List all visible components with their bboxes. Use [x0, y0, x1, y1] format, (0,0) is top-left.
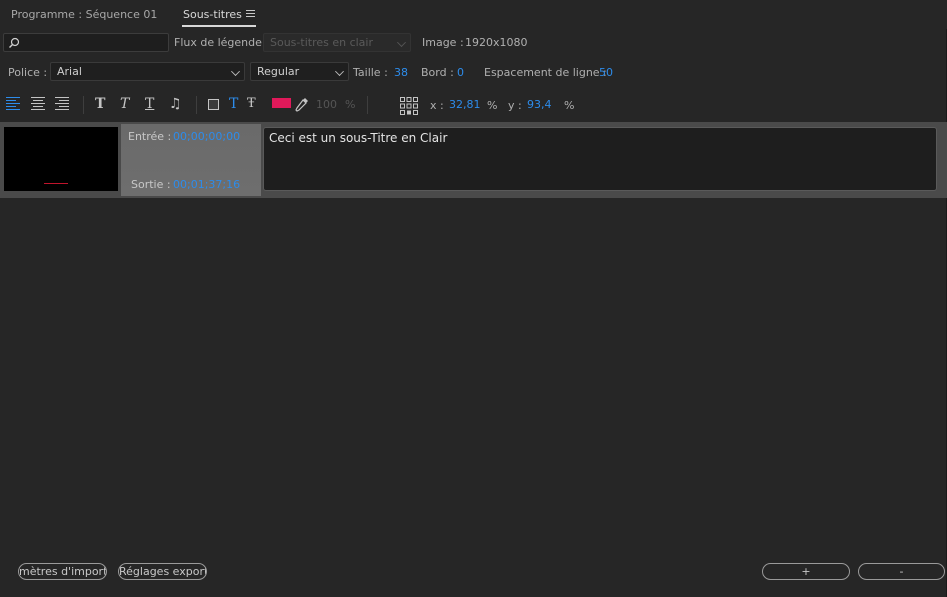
tab-program-monitor[interactable]: Programme : Séquence 01 — [11, 8, 157, 21]
captions-panel: Programme : Séquence 01 Sous-titres Flux… — [0, 0, 947, 597]
chevron-down-icon — [397, 38, 406, 47]
background-box-icon[interactable] — [208, 99, 219, 110]
color-swatch[interactable] — [272, 98, 291, 108]
out-point-value[interactable]: 00;01;37;16 — [173, 178, 240, 191]
underline-icon[interactable]: T — [145, 96, 154, 112]
music-note-icon[interactable]: ♫ — [169, 96, 182, 112]
eyedropper-icon[interactable] — [295, 97, 309, 113]
search-input[interactable] — [3, 33, 169, 52]
font-label: Police : — [8, 66, 48, 79]
border-value[interactable]: 0 — [457, 66, 464, 79]
import-settings-button[interactable]: mètres d'importa — [18, 563, 107, 580]
border-label: Bord : — [421, 66, 454, 79]
export-settings-button[interactable]: Réglages export. — [118, 563, 207, 580]
chevron-down-icon — [335, 67, 344, 76]
x-unit: % — [487, 99, 498, 112]
caption-text-field[interactable]: Ceci est un sous-Titre en Clair — [263, 127, 937, 191]
italic-icon[interactable]: T — [120, 96, 129, 112]
caption-stream-value: Sous-titres en clair — [270, 36, 374, 49]
size-label: Taille : — [353, 66, 388, 79]
font-style-select[interactable]: Regular — [250, 62, 349, 81]
caption-thumbnail — [4, 127, 118, 191]
font-style-value: Regular — [257, 65, 300, 78]
opacity-unit: % — [345, 98, 356, 111]
remove-caption-button[interactable]: - — [858, 563, 945, 580]
opacity-value: 100 — [316, 98, 337, 111]
chevron-down-icon — [231, 67, 240, 76]
toolbar-separator — [367, 96, 368, 114]
toolbar-separator — [196, 96, 197, 114]
add-caption-button[interactable]: + — [762, 563, 850, 580]
x-label: x : — [430, 99, 444, 112]
in-point-label: Entrée : — [128, 130, 172, 143]
line-spacing-label: Espacement de ligne : — [484, 66, 607, 79]
image-size-label: Image : — [422, 36, 464, 49]
tab-bar: Programme : Séquence 01 Sous-titres — [0, 0, 947, 29]
bold-icon[interactable]: T — [95, 96, 105, 112]
y-label: y : — [508, 99, 522, 112]
x-value[interactable]: 32,81 — [449, 98, 481, 111]
font-value: Arial — [57, 65, 82, 78]
in-point-value[interactable]: 00;00;00;00 — [173, 130, 240, 143]
search-icon — [9, 37, 20, 48]
panel-menu-icon[interactable] — [246, 10, 255, 18]
align-center-icon[interactable] — [31, 97, 45, 113]
outline-text-icon[interactable]: Ŧ — [247, 96, 256, 112]
size-value[interactable]: 38 — [394, 66, 408, 79]
tab-captions[interactable]: Sous-titres — [183, 8, 242, 21]
y-value[interactable]: 93,4 — [527, 98, 552, 111]
image-size-value: 1920x1080 — [465, 36, 528, 49]
align-right-icon[interactable] — [55, 97, 69, 113]
toolbar-separator — [83, 96, 84, 114]
line-spacing-value[interactable]: 50 — [599, 66, 613, 79]
caption-stream-label: Flux de légende : — [174, 36, 270, 49]
text-color-icon[interactable]: T — [229, 96, 238, 112]
align-left-icon[interactable] — [6, 97, 20, 113]
out-point-label: Sortie : — [131, 178, 171, 191]
position-grid-icon[interactable] — [399, 96, 419, 116]
caption-stream-select: Sous-titres en clair — [263, 33, 411, 52]
y-unit: % — [564, 99, 575, 112]
font-select[interactable]: Arial — [50, 62, 245, 81]
active-tab-indicator — [182, 25, 256, 27]
